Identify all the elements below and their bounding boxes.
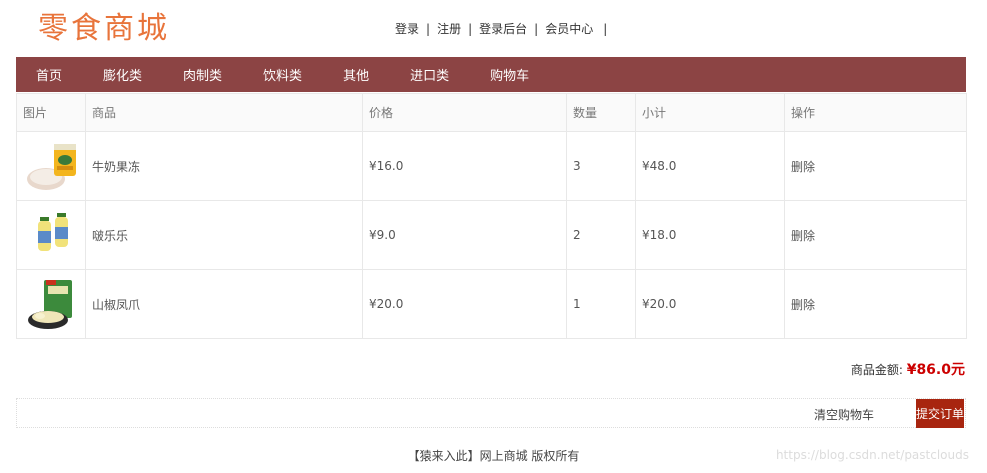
col-image: 图片 bbox=[16, 93, 86, 132]
admin-login-link[interactable]: 登录后台 bbox=[479, 20, 527, 37]
nav-puffed[interactable]: 膨化类 bbox=[103, 65, 142, 84]
cart-actions-bar: 清空购物车 提交订单 bbox=[16, 398, 966, 428]
site-logo[interactable]: 零食商城 bbox=[38, 14, 170, 44]
member-center-link[interactable]: 会员中心 bbox=[545, 20, 593, 37]
main-nav: 首页 膨化类 肉制类 饮料类 其他 进口类 购物车 bbox=[16, 57, 966, 92]
nav-home[interactable]: 首页 bbox=[36, 65, 62, 84]
total-label: 商品金额: bbox=[850, 363, 903, 377]
product-price: ¥20.0 bbox=[362, 269, 567, 339]
col-quantity: 数量 bbox=[566, 93, 636, 132]
register-link[interactable]: 注册 bbox=[437, 20, 461, 37]
milk-jelly-image[interactable] bbox=[24, 138, 80, 194]
col-product: 商品 bbox=[85, 93, 363, 132]
col-price: 价格 bbox=[362, 93, 567, 132]
nav-drinks[interactable]: 饮料类 bbox=[263, 65, 302, 84]
product-image-cell bbox=[16, 131, 86, 201]
nav-other[interactable]: 其他 bbox=[343, 65, 369, 84]
top-links: 登录 | 注册 | 登录后台 | 会员中心 | bbox=[395, 20, 614, 37]
clear-cart-link[interactable]: 清空购物车 bbox=[814, 406, 874, 423]
product-subtotal: ¥20.0 bbox=[635, 269, 785, 339]
table-row: 牛奶果冻 ¥16.0 3 ¥48.0 删除 bbox=[16, 131, 967, 201]
nav-meat[interactable]: 肉制类 bbox=[183, 65, 222, 84]
table-row: 啵乐乐 ¥9.0 2 ¥18.0 删除 bbox=[16, 200, 967, 270]
login-link[interactable]: 登录 bbox=[395, 20, 419, 37]
submit-order-button[interactable]: 提交订单 bbox=[916, 399, 964, 428]
separator: | bbox=[534, 21, 539, 36]
separator: | bbox=[426, 21, 431, 36]
chicken-feet-image[interactable] bbox=[24, 276, 80, 332]
product-image-cell bbox=[16, 269, 86, 339]
nav-cart[interactable]: 购物车 bbox=[490, 65, 529, 84]
product-name[interactable]: 山椒凤爪 bbox=[85, 269, 363, 339]
nav-imported[interactable]: 进口类 bbox=[410, 65, 449, 84]
product-subtotal: ¥48.0 bbox=[635, 131, 785, 201]
cart-total: 商品金额: ¥86.0元 bbox=[851, 359, 965, 379]
cart-header-row: 图片 商品 价格 数量 小计 操作 bbox=[16, 93, 967, 132]
watermark: https://blog.csdn.net/pastclouds bbox=[775, 448, 969, 462]
col-action: 操作 bbox=[784, 93, 967, 132]
delete-link[interactable]: 删除 bbox=[784, 131, 967, 201]
col-subtotal: 小计 bbox=[635, 93, 785, 132]
product-quantity: 1 bbox=[566, 269, 636, 339]
table-row: 山椒凤爪 ¥20.0 1 ¥20.0 删除 bbox=[16, 269, 967, 339]
delete-link[interactable]: 删除 bbox=[784, 200, 967, 270]
product-name[interactable]: 啵乐乐 bbox=[85, 200, 363, 270]
product-name[interactable]: 牛奶果冻 bbox=[85, 131, 363, 201]
product-image-cell bbox=[16, 200, 86, 270]
product-price: ¥9.0 bbox=[362, 200, 567, 270]
separator: | bbox=[603, 21, 608, 36]
product-price: ¥16.0 bbox=[362, 131, 567, 201]
total-amount: ¥86.0元 bbox=[906, 362, 965, 378]
product-quantity: 2 bbox=[566, 200, 636, 270]
bolele-drink-image[interactable] bbox=[24, 207, 80, 263]
product-subtotal: ¥18.0 bbox=[635, 200, 785, 270]
product-quantity: 3 bbox=[566, 131, 636, 201]
separator: | bbox=[468, 21, 473, 36]
cart-table: 图片 商品 价格 数量 小计 操作 牛奶果冻 ¥16.0 3 ¥48.0 删除 … bbox=[16, 93, 967, 339]
delete-link[interactable]: 删除 bbox=[784, 269, 967, 339]
